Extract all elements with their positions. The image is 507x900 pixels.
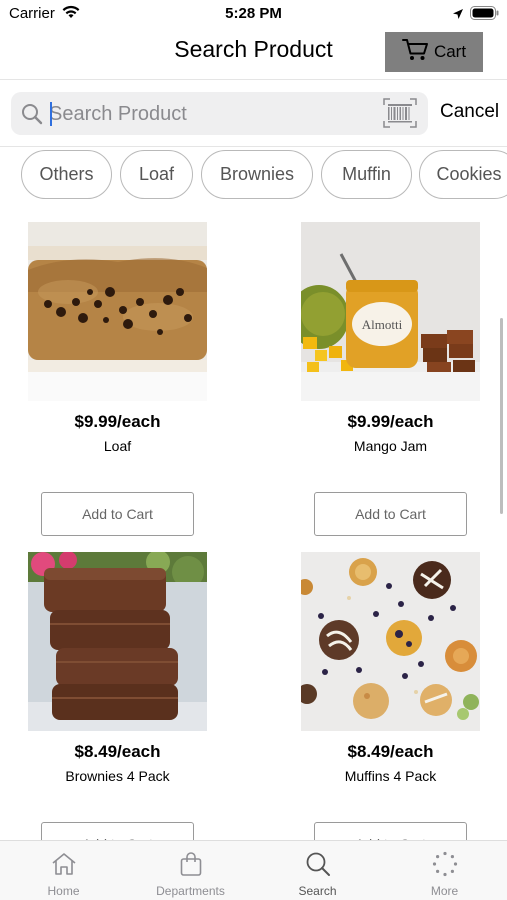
add-to-cart-button[interactable]: Add to Cart bbox=[41, 492, 194, 536]
tab-label: Home bbox=[47, 884, 80, 898]
product-image-brownies[interactable] bbox=[28, 552, 207, 731]
chip-brownies[interactable]: Brownies bbox=[201, 150, 313, 199]
product-name: Loaf bbox=[103, 438, 132, 454]
tab-label: Search bbox=[298, 884, 337, 898]
tab-search[interactable]: Search bbox=[254, 841, 381, 900]
jar-label-text: Almotti bbox=[362, 317, 403, 332]
product-name: Brownies 4 Pack bbox=[65, 768, 170, 784]
tab-departments[interactable]: Departments bbox=[127, 841, 254, 900]
product-price: $8.49/each bbox=[74, 742, 161, 761]
location-arrow-icon bbox=[452, 7, 464, 25]
status-bar: Carrier 5:28 PM bbox=[0, 0, 507, 28]
search-icon bbox=[305, 850, 331, 878]
product-image-muffins[interactable] bbox=[301, 552, 480, 731]
product-price: $8.49/each bbox=[347, 742, 434, 761]
product-card-loaf: $9.99/each Loaf Add to Cart bbox=[28, 222, 207, 536]
cancel-button[interactable]: Cancel bbox=[440, 101, 499, 123]
tab-more[interactable]: More bbox=[381, 841, 507, 900]
search-divider bbox=[0, 146, 507, 147]
chip-others[interactable]: Others bbox=[21, 150, 112, 199]
add-to-cart-button[interactable]: Add to Cart bbox=[314, 492, 467, 536]
tab-home[interactable]: Home bbox=[0, 841, 127, 900]
nav-divider bbox=[0, 79, 507, 80]
chip-cookies[interactable]: Cookies bbox=[419, 150, 507, 199]
product-image-loaf[interactable] bbox=[28, 222, 207, 401]
cart-label: Cart bbox=[433, 42, 467, 61]
more-dots-icon bbox=[432, 850, 458, 878]
scroll-indicator[interactable] bbox=[500, 318, 503, 514]
search-input[interactable] bbox=[49, 99, 379, 129]
text-cursor bbox=[50, 102, 52, 126]
product-price: $9.99/each bbox=[347, 412, 434, 431]
product-name: Mango Jam bbox=[353, 438, 428, 454]
product-card-muffins: $8.49/each Muffins 4 Pack Add to Cart bbox=[301, 552, 480, 866]
cart-icon bbox=[401, 38, 430, 67]
product-card-mango-jam: Almotti $9.99/each Mango Jam Add to Cart bbox=[301, 222, 480, 536]
product-price: $9.99/each bbox=[74, 412, 161, 431]
category-chips: Others Loaf Brownies Muffin Cookies bbox=[0, 150, 507, 200]
cart-button[interactable]: Cart bbox=[385, 32, 483, 72]
tab-bar: Home Departments Search More bbox=[0, 840, 507, 900]
product-name: Muffins 4 Pack bbox=[344, 768, 437, 784]
product-image-mango-jam[interactable]: Almotti bbox=[301, 222, 480, 401]
tab-label: More bbox=[430, 884, 459, 898]
search-icon bbox=[21, 103, 43, 130]
product-card-brownies: $8.49/each Brownies 4 Pack Add to Cart bbox=[28, 552, 207, 866]
home-icon bbox=[51, 850, 77, 878]
chip-muffin[interactable]: Muffin bbox=[321, 150, 412, 199]
search-field[interactable] bbox=[11, 92, 428, 135]
barcode-scan-icon[interactable] bbox=[383, 98, 417, 133]
status-time: 5:28 PM bbox=[225, 5, 282, 22]
tab-label: Departments bbox=[156, 884, 225, 898]
chip-loaf[interactable]: Loaf bbox=[120, 150, 193, 199]
shopping-bag-icon bbox=[179, 850, 203, 878]
battery-icon bbox=[470, 6, 500, 25]
